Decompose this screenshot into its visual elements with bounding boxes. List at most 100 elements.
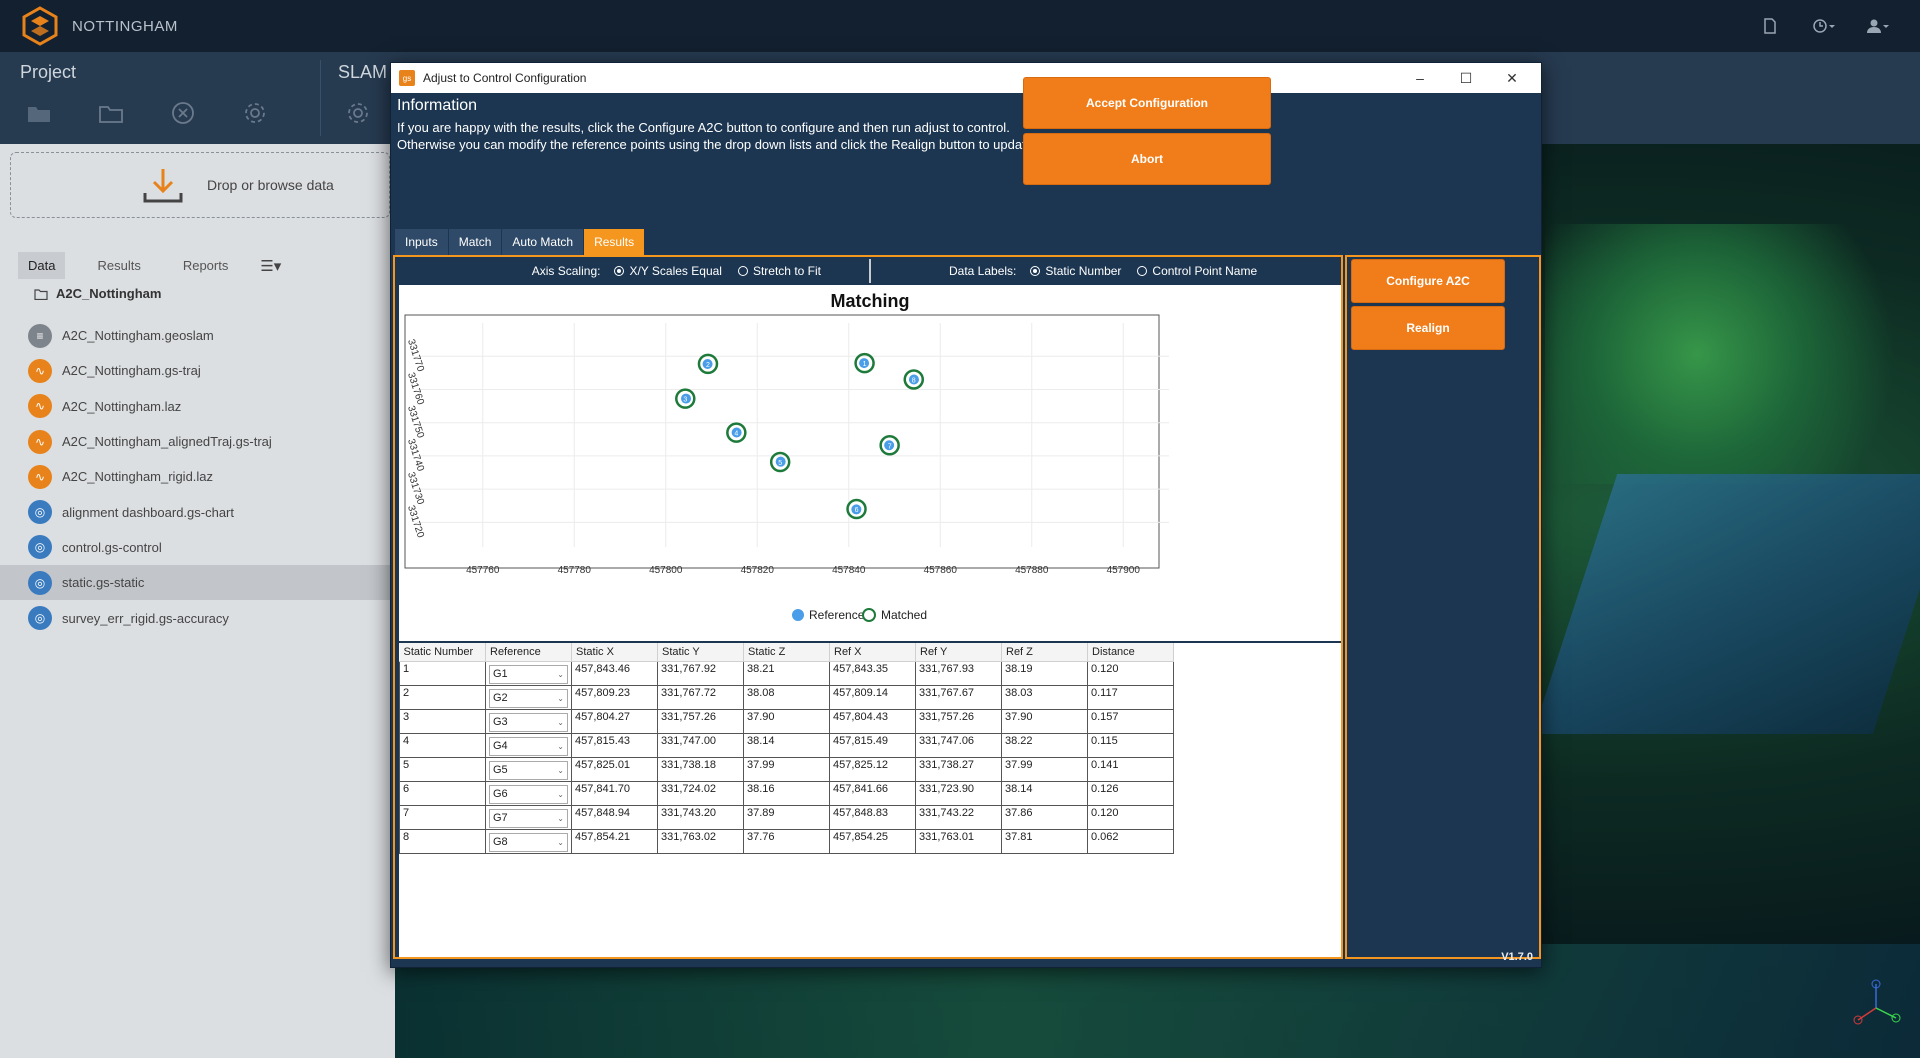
table-cell: 457,825.12 — [829, 756, 916, 782]
radio-control-point-name[interactable] — [1137, 266, 1148, 276]
table-row: 5 G5 ⌄ 457,825.01 331,738.18 37.99 457,825.12 3… — [399, 756, 1174, 782]
reference-dropdown[interactable]: G7 ⌄ — [489, 808, 568, 828]
chevron-down-icon: ⌄ — [557, 717, 564, 727]
tab-results[interactable]: Results — [87, 252, 150, 279]
file-item[interactable]: ∿ A2C_Nottingham.gs-traj — [0, 353, 395, 388]
table-cell: 331,747.06 — [915, 732, 1002, 758]
realign-button[interactable]: Realign — [1351, 306, 1505, 350]
table-cell: 0.120 — [1087, 804, 1174, 830]
tab-data[interactable]: Data — [18, 252, 66, 279]
file-name: A2C_Nottingham.gs-traj — [62, 363, 201, 379]
table-cell: 0.117 — [1087, 684, 1174, 710]
reference-dropdown[interactable]: G4 ⌄ — [489, 736, 568, 756]
table-cell: 331,747.00 — [657, 732, 744, 758]
tab-inputs[interactable]: Inputs — [395, 229, 449, 255]
chevron-down-icon: ⌄ — [557, 741, 564, 751]
radio-xy-scales-equal[interactable] — [614, 266, 625, 276]
table-cell: 331,767.92 — [657, 660, 744, 686]
table-cell: 6 — [399, 780, 486, 806]
trajectory-file-icon: ∿ — [28, 358, 52, 383]
reference-cell[interactable]: G7 ⌄ — [485, 804, 572, 830]
reference-value: G2 — [493, 692, 508, 704]
reference-dropdown[interactable]: G2 ⌄ — [489, 688, 568, 708]
minimize-icon[interactable]: – — [1397, 63, 1443, 93]
reference-cell[interactable]: G2 ⌄ — [485, 684, 572, 710]
toolbar-divider — [320, 60, 321, 136]
close-project-icon[interactable] — [170, 100, 196, 126]
tab-results[interactable]: Results — [584, 229, 646, 255]
file-name: alignment dashboard.gs-chart — [62, 504, 234, 520]
file-item[interactable]: ◎ alignment dashboard.gs-chart — [0, 494, 395, 529]
table-cell: 457,804.43 — [829, 708, 916, 734]
open-folder-icon[interactable] — [98, 100, 124, 126]
close-icon[interactable]: ✕ — [1489, 63, 1535, 93]
history-dropdown-icon[interactable] — [1812, 14, 1836, 38]
list-menu-icon[interactable]: ☰▾ — [260, 257, 281, 275]
file-item[interactable]: ∿ A2C_Nottingham_alignedTraj.gs-traj — [0, 424, 395, 459]
column-header[interactable]: Distance — [1087, 643, 1174, 662]
radio-static-number[interactable] — [1030, 266, 1041, 276]
maximize-icon[interactable]: ☐ — [1443, 63, 1489, 93]
new-folder-icon[interactable] — [26, 100, 52, 126]
table-row: 7 G7 ⌄ 457,848.94 331,743.20 37.89 457,848.83 3… — [399, 804, 1174, 830]
column-header[interactable]: Ref X — [829, 643, 916, 662]
drop-zone[interactable]: Drop or browse data — [10, 152, 390, 218]
column-header[interactable]: Static Y — [657, 643, 744, 662]
document-icon[interactable] — [1758, 14, 1782, 38]
reference-cell[interactable]: G8 ⌄ — [485, 828, 572, 854]
file-item[interactable]: ≡ A2C_Nottingham.geoslam — [0, 318, 395, 353]
file-name: survey_err_rigid.gs-accuracy — [62, 610, 229, 626]
legend-reference-marker — [792, 609, 804, 621]
reference-dropdown[interactable]: G1 ⌄ — [489, 664, 568, 684]
tab-auto-match[interactable]: Auto Match — [502, 229, 585, 255]
table-cell: 37.90 — [743, 708, 830, 734]
chart-plot[interactable]: 457760 457780 457800 457820 457840 457860 4578… — [399, 285, 1341, 641]
file-item[interactable]: ◎ static.gs-static — [0, 565, 395, 601]
column-header[interactable]: Static X — [571, 643, 658, 662]
column-header[interactable]: Ref Y — [915, 643, 1002, 662]
table-cell: 331,738.18 — [657, 756, 744, 782]
reference-dropdown[interactable]: G3 ⌄ — [489, 712, 568, 732]
accept-configuration-button[interactable]: Accept Configuration — [1023, 77, 1271, 129]
table-cell: 331,723.90 — [915, 780, 1002, 806]
reference-cell[interactable]: G1 ⌄ — [485, 660, 572, 686]
reference-cell[interactable]: G4 ⌄ — [485, 732, 572, 758]
column-header[interactable]: Ref Z — [1001, 643, 1088, 662]
reference-dropdown[interactable]: G6 ⌄ — [489, 784, 568, 804]
tab-reports[interactable]: Reports — [173, 252, 239, 279]
reference-dropdown[interactable]: G8 ⌄ — [489, 832, 568, 852]
reference-value: G7 — [493, 812, 508, 824]
folder-icon — [34, 288, 48, 300]
control-file-icon: ◎ — [28, 570, 52, 595]
data-labels-label: Data Labels: — [949, 264, 1017, 278]
x-tick-label: 457820 — [741, 565, 775, 576]
table-cell: 331,757.26 — [915, 708, 1002, 734]
abort-button[interactable]: Abort — [1023, 133, 1271, 185]
reference-cell[interactable]: G3 ⌄ — [485, 708, 572, 734]
column-header[interactable]: Static Z — [743, 643, 830, 662]
reference-cell[interactable]: G5 ⌄ — [485, 756, 572, 782]
table-cell: 37.99 — [1001, 756, 1088, 782]
trajectory-file-icon: ∿ — [28, 394, 52, 419]
file-item[interactable]: ∿ A2C_Nottingham_rigid.laz — [0, 459, 395, 494]
legend-matched-label: Matched — [881, 608, 927, 622]
radio-stretch-to-fit[interactable] — [737, 266, 748, 276]
file-item[interactable]: ◎ control.gs-control — [0, 530, 395, 565]
column-header[interactable]: Reference — [485, 643, 572, 662]
settings-gear-icon[interactable] — [242, 100, 268, 126]
tab-match[interactable]: Match — [448, 229, 503, 255]
a2c-config-dialog: gs Adjust to Control Configuration – ☐ ✕… — [390, 62, 1542, 968]
configure-a2c-button[interactable]: Configure A2C — [1351, 259, 1505, 303]
table-cell: 0.062 — [1087, 828, 1174, 854]
trajectory-file-icon: ∿ — [28, 464, 52, 489]
folder-row[interactable]: A2C_Nottingham — [34, 286, 161, 301]
reference-dropdown[interactable]: G5 ⌄ — [489, 760, 568, 780]
dialog-titlebar[interactable]: gs Adjust to Control Configuration – ☐ ✕ — [391, 63, 1541, 93]
column-header[interactable]: Static Number — [399, 643, 486, 662]
reference-cell[interactable]: G6 ⌄ — [485, 780, 572, 806]
table-cell: 457,854.25 — [829, 828, 916, 854]
slam-settings-gear-icon[interactable] — [345, 100, 371, 126]
user-dropdown-icon[interactable] — [1866, 14, 1890, 38]
file-item[interactable]: ∿ A2C_Nottingham.laz — [0, 389, 395, 424]
file-item[interactable]: ◎ survey_err_rigid.gs-accuracy — [0, 600, 395, 635]
